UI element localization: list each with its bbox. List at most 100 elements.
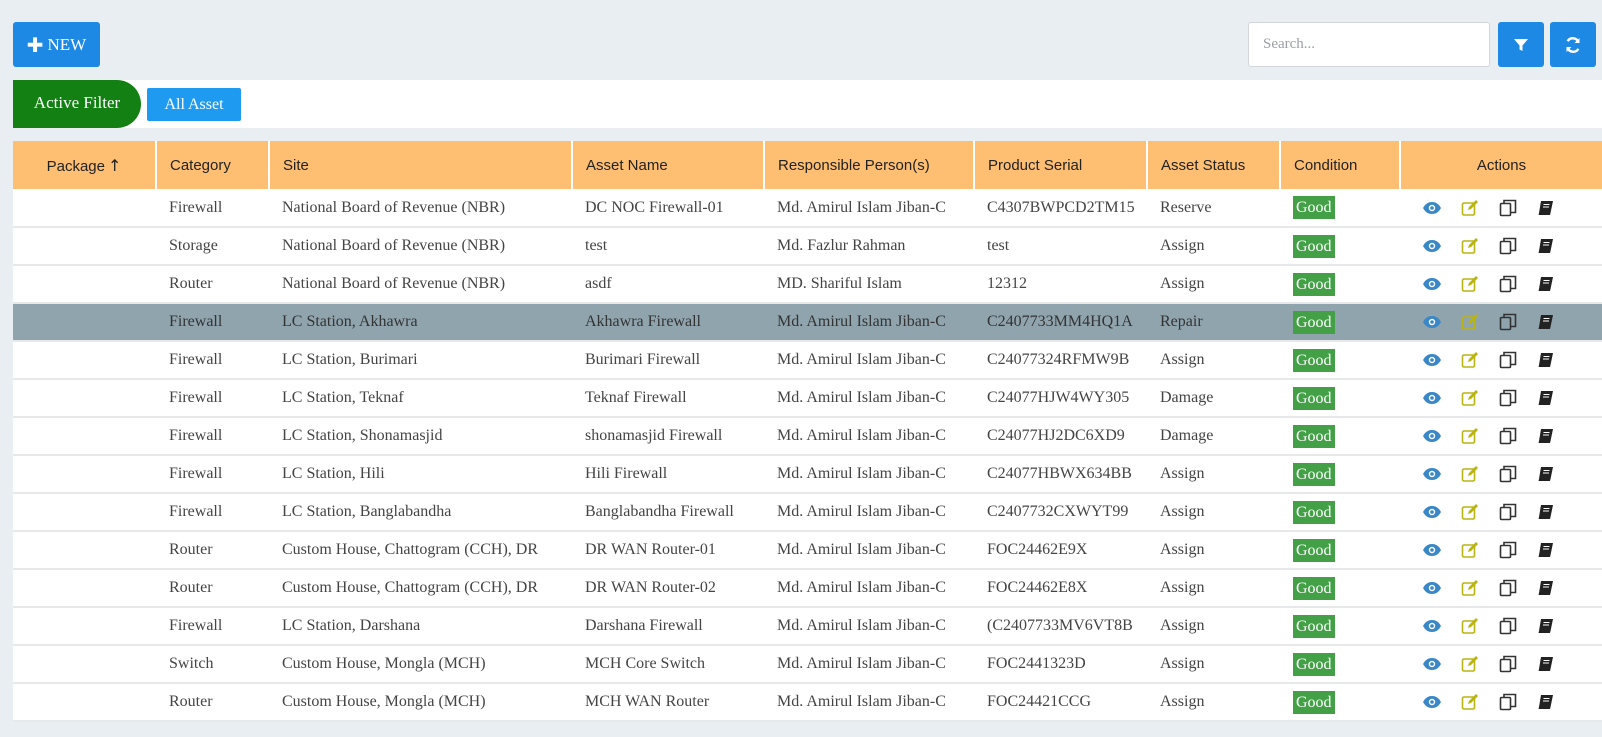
condition-badge: Good [1293, 196, 1335, 219]
cell-site: National Board of Revenue (NBR) [269, 189, 572, 228]
cell-responsible: Md. Amirul Islam Jiban-C [764, 645, 974, 684]
book-icon[interactable] [1535, 350, 1557, 370]
edit-icon[interactable] [1459, 578, 1481, 598]
new-button[interactable]: ✚ NEW [13, 22, 100, 67]
table-row[interactable]: Router National Board of Revenue (NBR) asd… [13, 265, 1602, 304]
book-icon[interactable] [1535, 578, 1557, 598]
table-row[interactable]: Firewall LC Station, Shonamasjid shonamasj… [13, 417, 1602, 456]
book-icon[interactable] [1535, 502, 1557, 522]
column-header-package[interactable]: Package ↑ [13, 141, 157, 189]
book-icon[interactable] [1535, 616, 1557, 636]
cell-category: Firewall [156, 303, 269, 342]
edit-icon[interactable] [1459, 464, 1481, 484]
view-icon[interactable] [1421, 388, 1443, 408]
edit-icon[interactable] [1459, 274, 1481, 294]
column-header-status[interactable]: Asset Status [1147, 141, 1281, 189]
table-row[interactable]: Firewall LC Station, Teknaf Teknaf Firewal… [13, 379, 1602, 418]
edit-icon[interactable] [1459, 236, 1481, 256]
copy-icon[interactable] [1497, 540, 1519, 560]
view-icon[interactable] [1421, 464, 1443, 484]
table-row[interactable]: Router Custom House, Chattogram (CCH), DR… [13, 569, 1602, 608]
view-icon[interactable] [1421, 312, 1443, 332]
edit-icon[interactable] [1459, 312, 1481, 332]
view-icon[interactable] [1421, 692, 1443, 712]
book-icon[interactable] [1535, 388, 1557, 408]
table-row[interactable]: Firewall LC Station, Darshana Darshana Fir… [13, 607, 1602, 646]
table-row[interactable]: Switch Custom House, Mongla (MCH) MCH Core… [13, 645, 1602, 684]
book-icon[interactable] [1535, 654, 1557, 674]
copy-icon[interactable] [1497, 388, 1519, 408]
view-icon[interactable] [1421, 502, 1443, 522]
copy-icon[interactable] [1497, 426, 1519, 446]
copy-icon[interactable] [1497, 464, 1519, 484]
table-row[interactable]: Firewall LC Station, Akhawra Akhawra Firew… [13, 303, 1602, 342]
cell-category: Router [156, 569, 269, 608]
edit-icon[interactable] [1459, 426, 1481, 446]
cell-site: LC Station, Akhawra [269, 303, 572, 342]
all-asset-chip[interactable]: All Asset [147, 88, 241, 121]
book-icon[interactable] [1535, 464, 1557, 484]
edit-icon[interactable] [1459, 616, 1481, 636]
view-icon[interactable] [1421, 616, 1443, 636]
copy-icon[interactable] [1497, 578, 1519, 598]
view-icon[interactable] [1421, 198, 1443, 218]
copy-icon[interactable] [1497, 312, 1519, 332]
cell-category: Firewall [156, 341, 269, 380]
view-icon[interactable] [1421, 540, 1443, 560]
copy-icon[interactable] [1497, 502, 1519, 522]
table-row[interactable]: Firewall National Board of Revenue (NBR) D… [13, 189, 1602, 228]
edit-icon[interactable] [1459, 692, 1481, 712]
column-header-condition[interactable]: Condition [1280, 141, 1401, 189]
copy-icon[interactable] [1497, 236, 1519, 256]
column-header-site[interactable]: Site [269, 141, 573, 189]
book-icon[interactable] [1535, 312, 1557, 332]
view-icon[interactable] [1421, 236, 1443, 256]
refresh-icon [1566, 36, 1580, 53]
table-row[interactable]: Router Custom House, Mongla (MCH) MCH WAN … [13, 683, 1602, 722]
cell-asset-name: DC NOC Firewall-01 [572, 189, 764, 228]
view-icon[interactable] [1421, 274, 1443, 294]
edit-icon[interactable] [1459, 198, 1481, 218]
book-icon[interactable] [1535, 692, 1557, 712]
edit-icon[interactable] [1459, 654, 1481, 674]
copy-icon[interactable] [1497, 198, 1519, 218]
cell-condition: Good [1280, 417, 1400, 456]
column-header-responsible[interactable]: Responsible Person(s) [764, 141, 975, 189]
table-row[interactable]: Firewall LC Station, Banglabandha Banglaba… [13, 493, 1602, 532]
cell-status: Assign [1147, 227, 1280, 266]
filter-button[interactable] [1498, 22, 1544, 67]
book-icon[interactable] [1535, 540, 1557, 560]
column-header-serial[interactable]: Product Serial [974, 141, 1148, 189]
book-icon[interactable] [1535, 198, 1557, 218]
cell-actions [1400, 303, 1602, 342]
sort-ascending-icon: ↑ [107, 155, 122, 175]
table-row[interactable]: Firewall LC Station, Hili Hili Firewall Md.… [13, 455, 1602, 494]
edit-icon[interactable] [1459, 350, 1481, 370]
column-header-asset-name[interactable]: Asset Name [572, 141, 765, 189]
book-icon[interactable] [1535, 236, 1557, 256]
copy-icon[interactable] [1497, 274, 1519, 294]
edit-icon[interactable] [1459, 502, 1481, 522]
cell-site: LC Station, Darshana [269, 607, 572, 646]
book-icon[interactable] [1535, 426, 1557, 446]
refresh-button[interactable] [1550, 22, 1596, 67]
table-row[interactable]: Firewall LC Station, Burimari Burimari Fir… [13, 341, 1602, 380]
view-icon[interactable] [1421, 350, 1443, 370]
edit-icon[interactable] [1459, 540, 1481, 560]
copy-icon[interactable] [1497, 654, 1519, 674]
column-header-category[interactable]: Category [156, 141, 270, 189]
table-row[interactable]: Storage National Board of Revenue (NBR) te… [13, 227, 1602, 266]
view-icon[interactable] [1421, 426, 1443, 446]
search-input[interactable] [1248, 22, 1490, 67]
copy-icon[interactable] [1497, 616, 1519, 636]
book-icon[interactable] [1535, 274, 1557, 294]
copy-icon[interactable] [1497, 350, 1519, 370]
cell-condition: Good [1280, 531, 1400, 570]
active-filter-tab[interactable]: Active Filter [13, 80, 141, 128]
view-icon[interactable] [1421, 654, 1443, 674]
copy-icon[interactable] [1497, 692, 1519, 712]
view-icon[interactable] [1421, 578, 1443, 598]
edit-icon[interactable] [1459, 388, 1481, 408]
asset-table: Package ↑ Category Site Asset Name Respon… [13, 141, 1602, 722]
table-row[interactable]: Router Custom House, Chattogram (CCH), DR… [13, 531, 1602, 570]
